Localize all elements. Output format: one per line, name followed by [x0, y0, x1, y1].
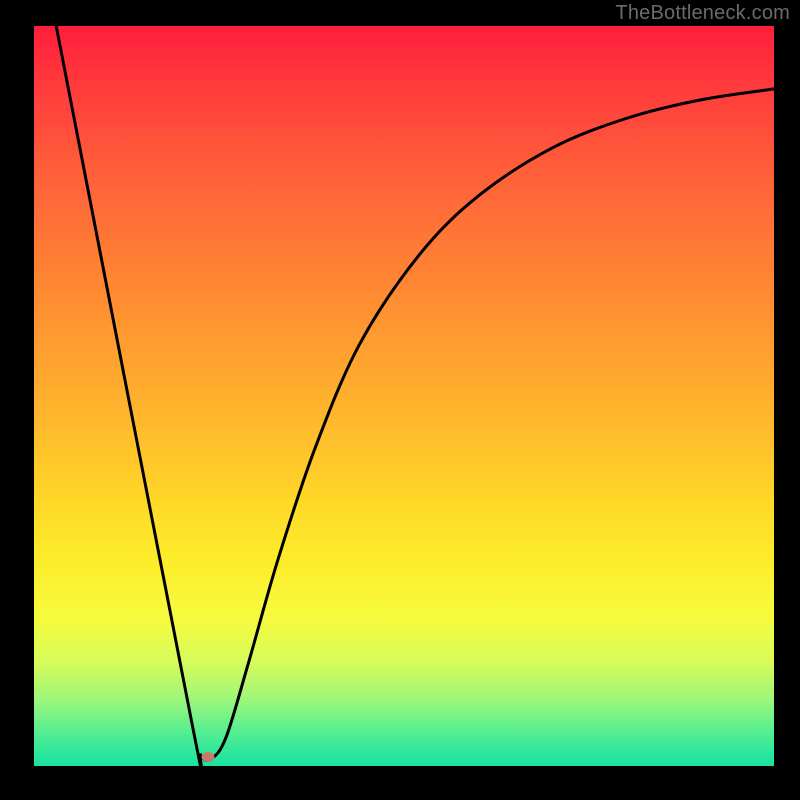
- watermark-text: TheBottleneck.com: [615, 2, 790, 25]
- chart-stage: TheBottleneck.com: [0, 0, 800, 800]
- optimal-point-marker: [201, 752, 214, 762]
- plot-area: [34, 26, 774, 766]
- bottleneck-curve: [34, 26, 774, 766]
